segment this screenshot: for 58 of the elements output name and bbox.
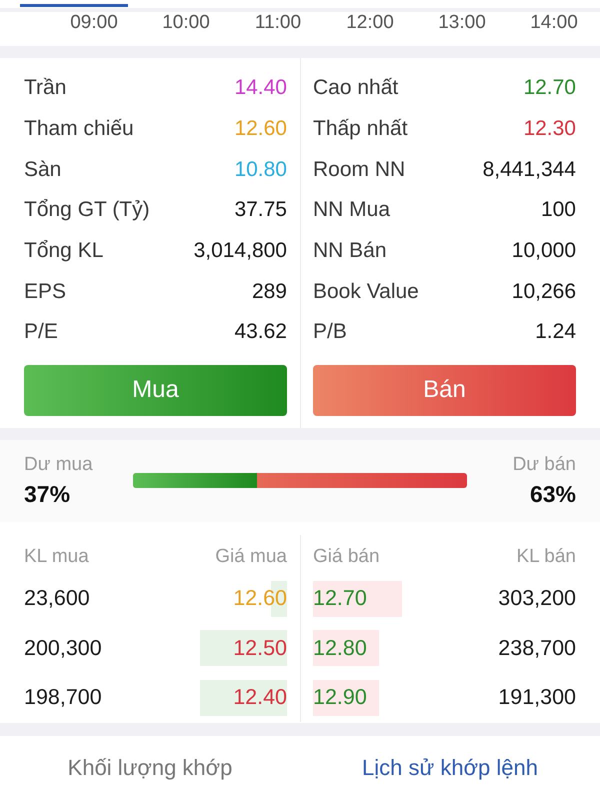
sell-button[interactable]: Bán — [313, 364, 576, 416]
buy-button[interactable]: Mua — [24, 364, 287, 416]
stat-label: Tổng GT (Tỷ) — [24, 198, 150, 222]
time-axis-label: 14:00 — [530, 12, 578, 34]
stat-value: 12.70 — [523, 76, 576, 100]
stat-value: 8,441,344 — [482, 158, 576, 182]
stat-label: Sàn — [24, 158, 62, 182]
column-header: Giá mua — [215, 546, 287, 568]
stat-label: Cao nhất — [313, 76, 398, 100]
buy-surplus-percent: 37% — [24, 480, 70, 509]
stat-label: Trần — [24, 76, 66, 100]
time-axis-label: 10:00 — [162, 12, 210, 34]
stat-value: 43.62 — [234, 320, 287, 344]
stat-value: 14.40 — [234, 76, 287, 100]
sell-volume: 191,300 — [498, 685, 576, 710]
time-axis-label: 09:00 — [70, 12, 118, 34]
sell-volume: 303,200 — [498, 586, 576, 612]
buy-surplus-label: Dư mua — [24, 452, 93, 477]
column-header: KL mua — [24, 546, 89, 568]
buy-price: 12.40 — [233, 685, 287, 710]
sell-price: 12.80 — [313, 636, 367, 661]
column-header: Giá bán — [313, 546, 380, 568]
time-axis-label: 11:00 — [254, 12, 302, 34]
stat-value: 12.60 — [234, 117, 287, 142]
sell-surplus-label: Dư bán — [512, 452, 576, 477]
sell-price: 12.70 — [313, 586, 367, 612]
sell-price: 12.90 — [313, 685, 367, 710]
stat-label: Room NN — [313, 158, 406, 182]
stat-label: Tham chiếu — [24, 117, 134, 142]
stat-label: NN Mua — [313, 198, 390, 222]
column-header: KL bán — [516, 546, 576, 568]
stat-label: Tổng KL — [24, 239, 104, 264]
stat-value: 3,014,800 — [194, 239, 287, 264]
stat-label: Thấp nhất — [313, 117, 408, 142]
buy-volume: 200,300 — [24, 636, 102, 661]
stat-value: 10,266 — [512, 280, 576, 304]
stat-label: Book Value — [313, 280, 419, 304]
time-axis-label: 12:00 — [346, 12, 394, 34]
stat-label: P/E — [24, 320, 58, 344]
stat-value: 1.24 — [535, 320, 576, 344]
stat-value: 100 — [540, 198, 576, 222]
stat-label: EPS — [24, 280, 66, 304]
buy-volume: 198,700 — [24, 685, 102, 710]
buy-price: 12.60 — [233, 586, 287, 612]
bottom-tab[interactable]: Lịch sử khớp lệnh — [354, 751, 546, 786]
buy-volume: 23,600 — [24, 586, 90, 612]
stat-value: 37.75 — [234, 198, 287, 222]
stat-value: 289 — [252, 280, 287, 304]
stat-value: 10.80 — [234, 158, 287, 182]
buy-price: 12.50 — [233, 636, 287, 661]
bottom-tab[interactable]: Khối lượng khớp — [60, 751, 240, 786]
time-axis-label: 13:00 — [438, 12, 486, 34]
stat-label: NN Bán — [313, 239, 387, 264]
sell-volume: 238,700 — [498, 636, 576, 661]
stat-value: 12.30 — [523, 117, 576, 142]
stat-label: P/B — [313, 320, 347, 344]
sell-surplus-percent: 63% — [530, 480, 576, 509]
stat-value: 10,000 — [512, 239, 576, 264]
